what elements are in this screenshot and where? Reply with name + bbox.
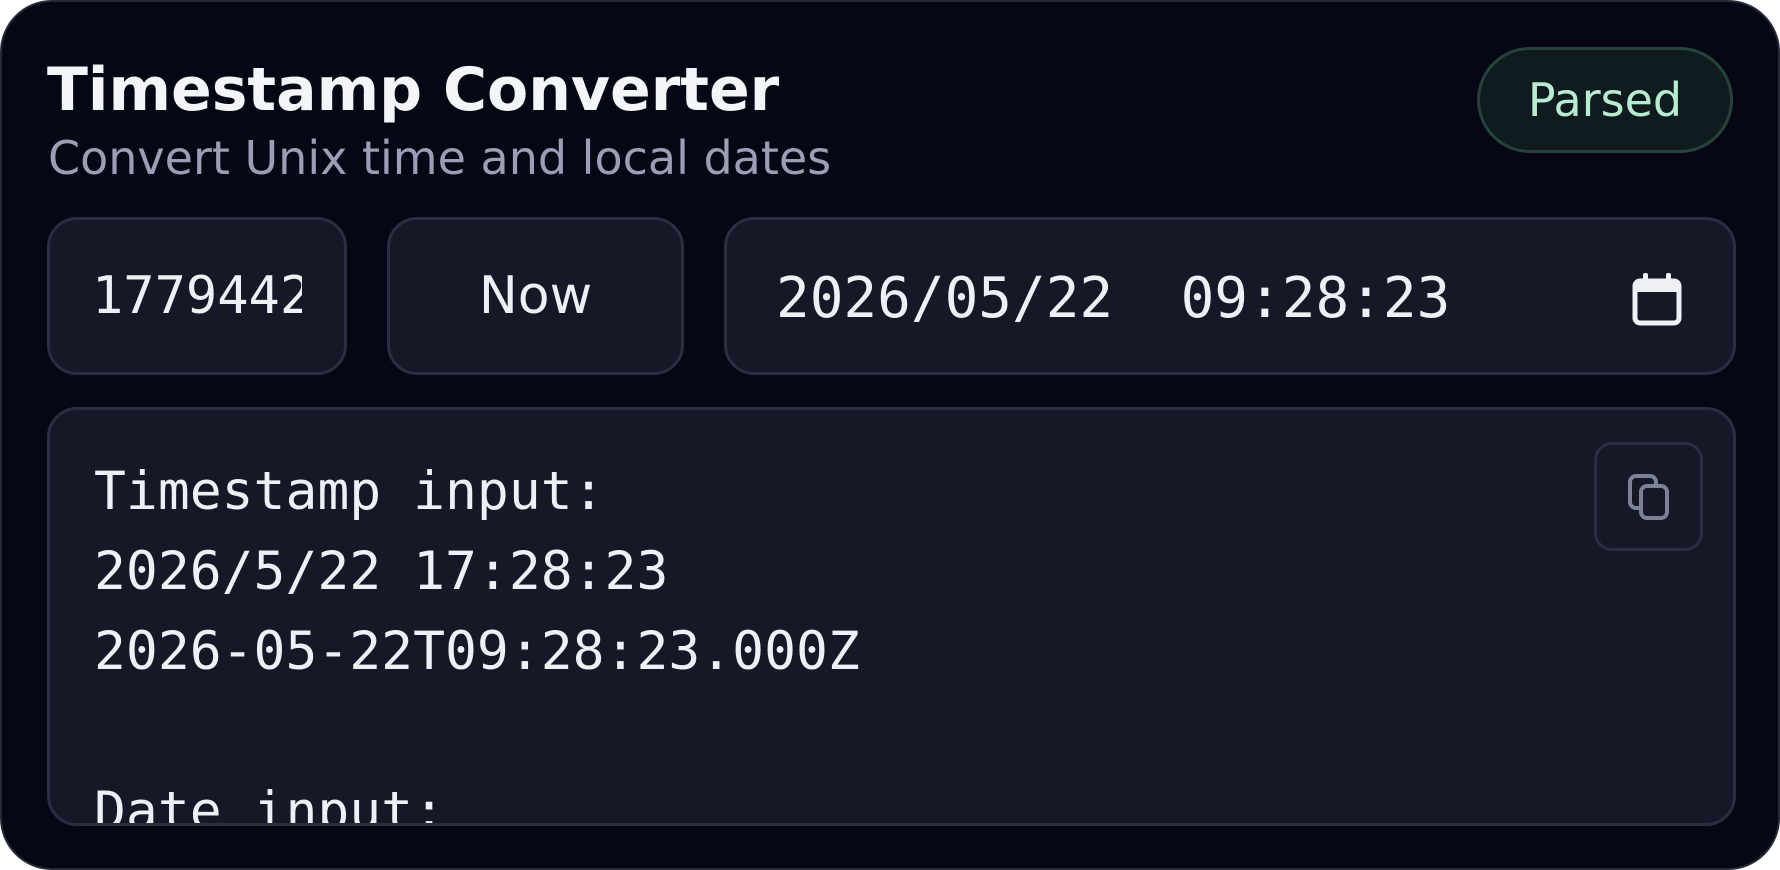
- datetime-input[interactable]: 2026/05/22 09:28:23: [724, 217, 1736, 375]
- timestamp-input[interactable]: [47, 217, 347, 375]
- timestamp-converter-card: Timestamp Converter Convert Unix time an…: [0, 0, 1780, 870]
- copy-icon: [1627, 473, 1669, 520]
- datetime-value: 2026/05/22 09:28:23: [776, 266, 1451, 331]
- page-title: Timestamp Converter: [47, 55, 780, 125]
- output-panel: Timestamp input: 2026/5/22 17:28:23 2026…: [47, 407, 1736, 826]
- now-button[interactable]: Now: [387, 217, 684, 375]
- copy-button[interactable]: [1594, 442, 1703, 551]
- page-subtitle: Convert Unix time and local dates: [48, 131, 832, 185]
- status-badge: Parsed: [1477, 47, 1733, 153]
- output-text: Timestamp input: 2026/5/22 17:28:23 2026…: [94, 461, 860, 826]
- calendar-icon[interactable]: [1632, 272, 1682, 326]
